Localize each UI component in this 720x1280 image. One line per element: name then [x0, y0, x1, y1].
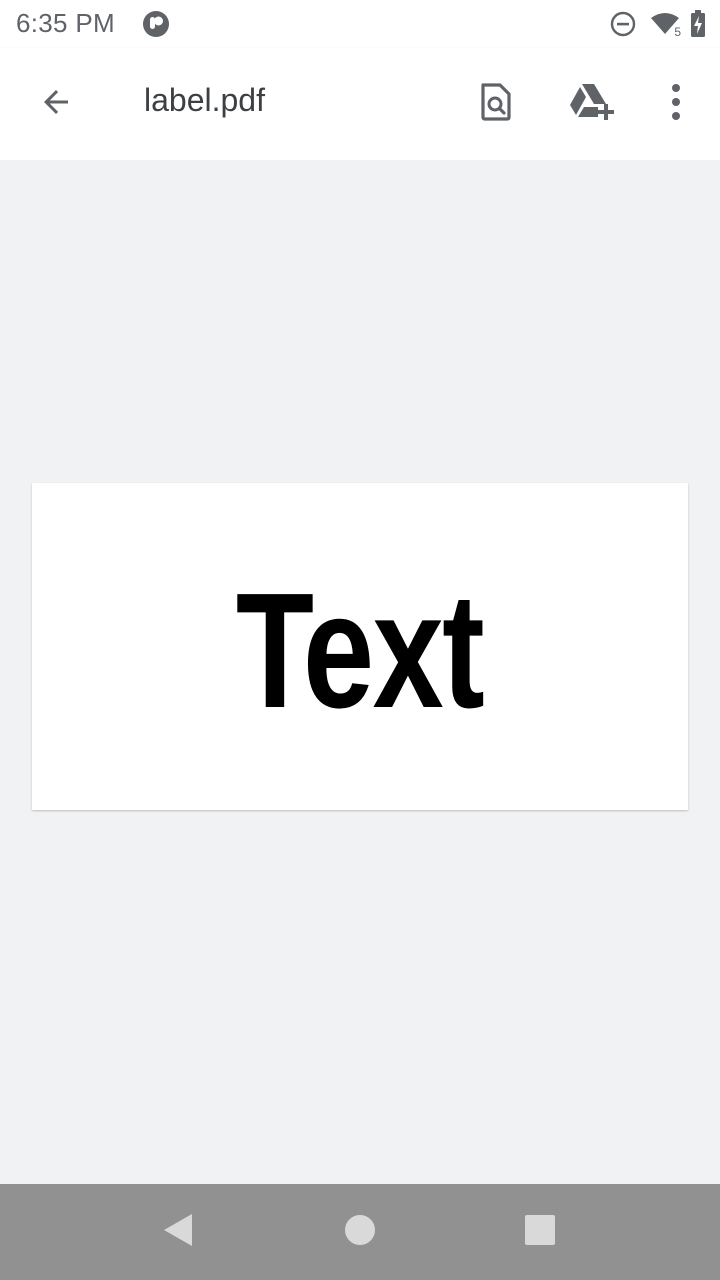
document-search-icon: [478, 82, 514, 127]
more-options-button[interactable]: [648, 76, 704, 132]
status-bar: 6:35 PM 5: [0, 0, 720, 48]
nav-back-button[interactable]: [150, 1204, 206, 1260]
back-triangle-icon: [162, 1212, 194, 1253]
drive-add-icon: [568, 82, 616, 127]
arrow-back-icon: [38, 84, 74, 125]
do-not-disturb-icon: [610, 11, 636, 37]
document-title: label.pdf: [144, 82, 265, 118]
battery-charging-icon: [690, 10, 706, 38]
wifi-badge: 5: [673, 25, 682, 39]
wifi-icon: 5: [650, 12, 682, 39]
add-to-drive-button[interactable]: [564, 76, 620, 132]
status-icons: 5: [610, 10, 706, 38]
pdf-page[interactable]: Text: [32, 483, 688, 810]
app-notification-icon: [142, 10, 170, 38]
more-vert-icon: [670, 83, 682, 125]
back-button[interactable]: [28, 76, 84, 132]
pdf-page-text: Text: [236, 558, 485, 742]
recents-square-icon: [524, 1214, 556, 1251]
find-in-document-button[interactable]: [468, 76, 524, 132]
home-circle-icon: [344, 1214, 376, 1251]
pdf-viewer[interactable]: Text: [0, 160, 720, 1184]
nav-home-button[interactable]: [332, 1204, 388, 1260]
system-nav-bar: [0, 1184, 720, 1280]
status-time: 6:35 PM: [16, 8, 115, 38]
nav-recents-button[interactable]: [512, 1204, 568, 1260]
app-bar: label.pdf: [0, 48, 720, 160]
